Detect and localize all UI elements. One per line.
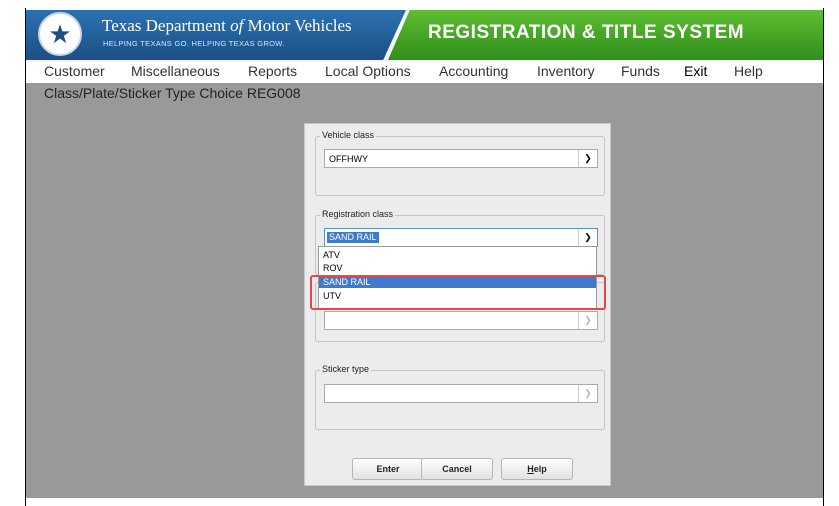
vehicle-class-label: Vehicle class: [320, 130, 377, 140]
sticker-type-group: Sticker type ❯: [315, 364, 605, 430]
chevron-down-icon[interactable]: ❯: [578, 229, 597, 246]
registration-class-select[interactable]: SAND RAIL ❯: [324, 228, 598, 247]
option-atv[interactable]: ATV: [319, 249, 596, 261]
cancel-button[interactable]: Cancel: [421, 458, 493, 480]
plate-type-select[interactable]: ❯: [324, 311, 598, 330]
selection-highlight-box: [310, 275, 606, 310]
menu-help[interactable]: Help: [734, 63, 763, 79]
sticker-type-label: Sticker type: [320, 364, 372, 374]
sticker-type-select[interactable]: ❯: [324, 384, 598, 403]
menu-customer[interactable]: Customer: [44, 63, 105, 79]
star-icon: ★: [38, 12, 82, 56]
vehicle-class-value: OFFHWY: [329, 154, 368, 164]
registration-class-label: Registration class: [320, 209, 396, 219]
chevron-down-icon[interactable]: ❯: [578, 150, 597, 167]
vehicle-class-select[interactable]: OFFHWY ❯: [324, 149, 598, 168]
help-button[interactable]: Help: [501, 458, 573, 480]
menu-inventory[interactable]: Inventory: [537, 63, 595, 79]
menu-local-options[interactable]: Local Options: [325, 63, 411, 79]
option-rov[interactable]: ROV: [319, 262, 596, 274]
system-title: REGISTRATION & TITLE SYSTEM: [428, 22, 745, 43]
registration-class-value: SAND RAIL: [327, 232, 379, 243]
menu-funds[interactable]: Funds: [621, 63, 660, 79]
menu-accounting[interactable]: Accounting: [439, 63, 508, 79]
enter-button[interactable]: Enter: [352, 458, 424, 480]
vehicle-class-group: Vehicle class OFFHWY ❯: [315, 130, 605, 196]
agency-name: Texas Department of Motor Vehicles: [102, 16, 352, 35]
menu-exit[interactable]: Exit: [684, 63, 707, 79]
chevron-down-icon[interactable]: ❯: [578, 312, 597, 329]
header-banner: ★ Texas Department of Motor Vehicles HEL…: [26, 8, 823, 62]
menu-miscellaneous[interactable]: Miscellaneous: [131, 63, 220, 79]
menu-reports[interactable]: Reports: [248, 63, 297, 79]
agency-slogan: HELPING TEXANS GO. HELPING TEXAS GROW.: [103, 39, 285, 48]
menu-bar: Customer Miscellaneous Reports Local Opt…: [26, 62, 823, 83]
page-title: Class/Plate/Sticker Type Choice REG008: [44, 85, 301, 101]
chevron-down-icon[interactable]: ❯: [578, 385, 597, 402]
